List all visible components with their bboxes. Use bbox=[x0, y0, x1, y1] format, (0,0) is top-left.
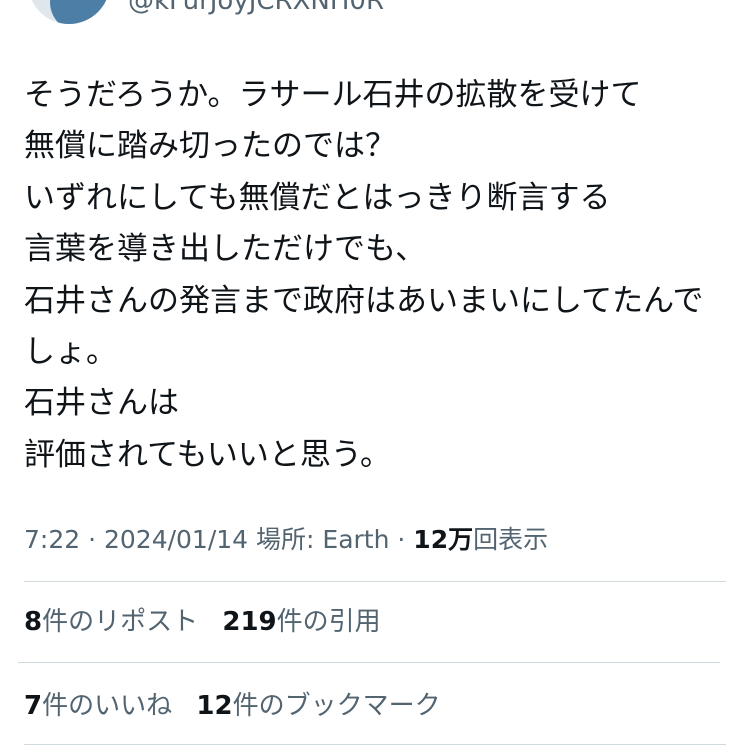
divider bbox=[24, 744, 726, 745]
meta-separator: · bbox=[80, 525, 104, 554]
likes-stat[interactable]: 7件のいいね bbox=[24, 686, 172, 726]
bookmarks-count: 12 bbox=[196, 691, 233, 721]
views-count: 12万 bbox=[413, 525, 474, 554]
author-handle[interactable]: @kFurJoyJCRXNH0R bbox=[128, 0, 384, 16]
reposts-count: 8 bbox=[24, 607, 43, 637]
reposts-label: 件のリポスト bbox=[42, 607, 199, 637]
tweet-text: そうだろうか。ラサール石井の拡散を受けて 無償に踏み切ったのでは？ いずれにして… bbox=[24, 77, 704, 473]
engagement-row-likes: 7件のいいね 12件のブックマーク bbox=[24, 686, 457, 726]
tweet-meta: 7:22 · 2024/01/14 場所: Earth · 12万回表示 bbox=[24, 522, 548, 558]
bookmarks-stat[interactable]: 12件のブックマーク bbox=[196, 686, 440, 726]
divider bbox=[18, 662, 720, 663]
quotes-label: 件の引用 bbox=[276, 607, 381, 637]
location-label: 場所: bbox=[256, 525, 323, 554]
tweet-location: Earth bbox=[322, 525, 390, 554]
quotes-count: 219 bbox=[222, 607, 277, 637]
meta-separator: · bbox=[389, 525, 414, 554]
reposts-stat[interactable]: 8件のリポスト bbox=[24, 602, 198, 642]
divider bbox=[24, 581, 726, 582]
engagement-row-reposts: 8件のリポスト 219件の引用 bbox=[24, 602, 397, 642]
bookmarks-label: 件のブックマーク bbox=[232, 691, 441, 721]
avatar-image bbox=[50, 0, 110, 24]
tweet-date[interactable]: 2024/01/14 bbox=[104, 525, 248, 554]
tweet-time[interactable]: 7:22 bbox=[24, 525, 80, 554]
avatar[interactable] bbox=[28, 0, 110, 24]
likes-label: 件のいいね bbox=[42, 691, 173, 721]
views-label: 回表示 bbox=[473, 525, 549, 554]
quotes-stat[interactable]: 219件の引用 bbox=[222, 602, 380, 642]
likes-count: 7 bbox=[24, 691, 43, 721]
